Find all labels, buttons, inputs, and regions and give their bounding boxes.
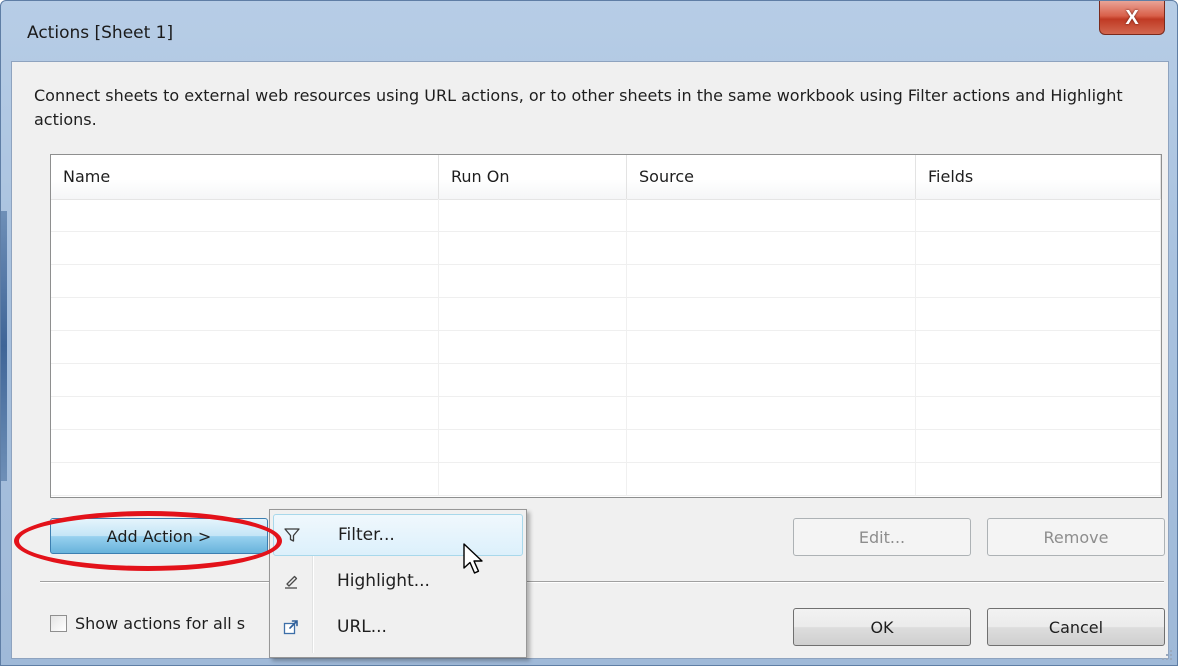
mouse-pointer-icon (463, 543, 483, 574)
list-header: Name Run On Source Fields (51, 155, 1161, 200)
actions-list[interactable]: Name Run On Source Fields (50, 154, 1162, 498)
divider (40, 581, 1164, 583)
filter-icon (274, 526, 310, 544)
table-row (51, 232, 1161, 265)
table-row (51, 430, 1161, 463)
show-actions-checkbox[interactable] (50, 615, 67, 632)
table-row (51, 199, 1161, 232)
edit-button[interactable]: Edit... (793, 518, 971, 556)
dialog-description: Connect sheets to external web resources… (34, 86, 1123, 129)
menu-item-url[interactable]: URL... (273, 606, 523, 648)
highlighter-icon (273, 572, 309, 590)
cancel-button[interactable]: Cancel (987, 608, 1165, 646)
show-actions-label: Show actions for all s (75, 614, 246, 633)
table-row (51, 298, 1161, 331)
window-title: Actions [Sheet 1] (27, 23, 174, 43)
add-action-menu: Filter... Highlight... URL... (269, 509, 527, 658)
show-all-sheets-option[interactable]: Show actions for all s (50, 614, 245, 633)
table-row (51, 331, 1161, 364)
menu-item-label: URL... (337, 617, 387, 637)
add-action-button[interactable]: Add Action > (50, 518, 268, 554)
remove-button[interactable]: Remove (987, 518, 1165, 556)
menu-item-label: Filter... (338, 525, 395, 545)
background-window-edge (1, 211, 7, 481)
column-header-run-on[interactable]: Run On (439, 155, 627, 199)
ok-button[interactable]: OK (793, 608, 971, 646)
table-row (51, 397, 1161, 430)
column-header-name[interactable]: Name (51, 155, 439, 199)
menu-item-label: Highlight... (337, 571, 430, 591)
column-header-fields[interactable]: Fields (916, 155, 1161, 199)
list-rows (51, 199, 1161, 497)
actions-dialog-window: Actions [Sheet 1] X Connect sheets to ex… (0, 0, 1178, 666)
close-icon: X (1125, 6, 1139, 29)
external-link-icon (273, 618, 309, 636)
table-row (51, 364, 1161, 397)
dialog-body: Connect sheets to external web resources… (11, 61, 1169, 659)
title-bar[interactable]: Actions [Sheet 1] X (1, 1, 1177, 61)
column-header-source[interactable]: Source (627, 155, 916, 199)
resize-grip-icon[interactable] (1161, 649, 1173, 661)
table-row (51, 463, 1161, 496)
table-row (51, 265, 1161, 298)
close-button[interactable]: X (1099, 1, 1165, 35)
